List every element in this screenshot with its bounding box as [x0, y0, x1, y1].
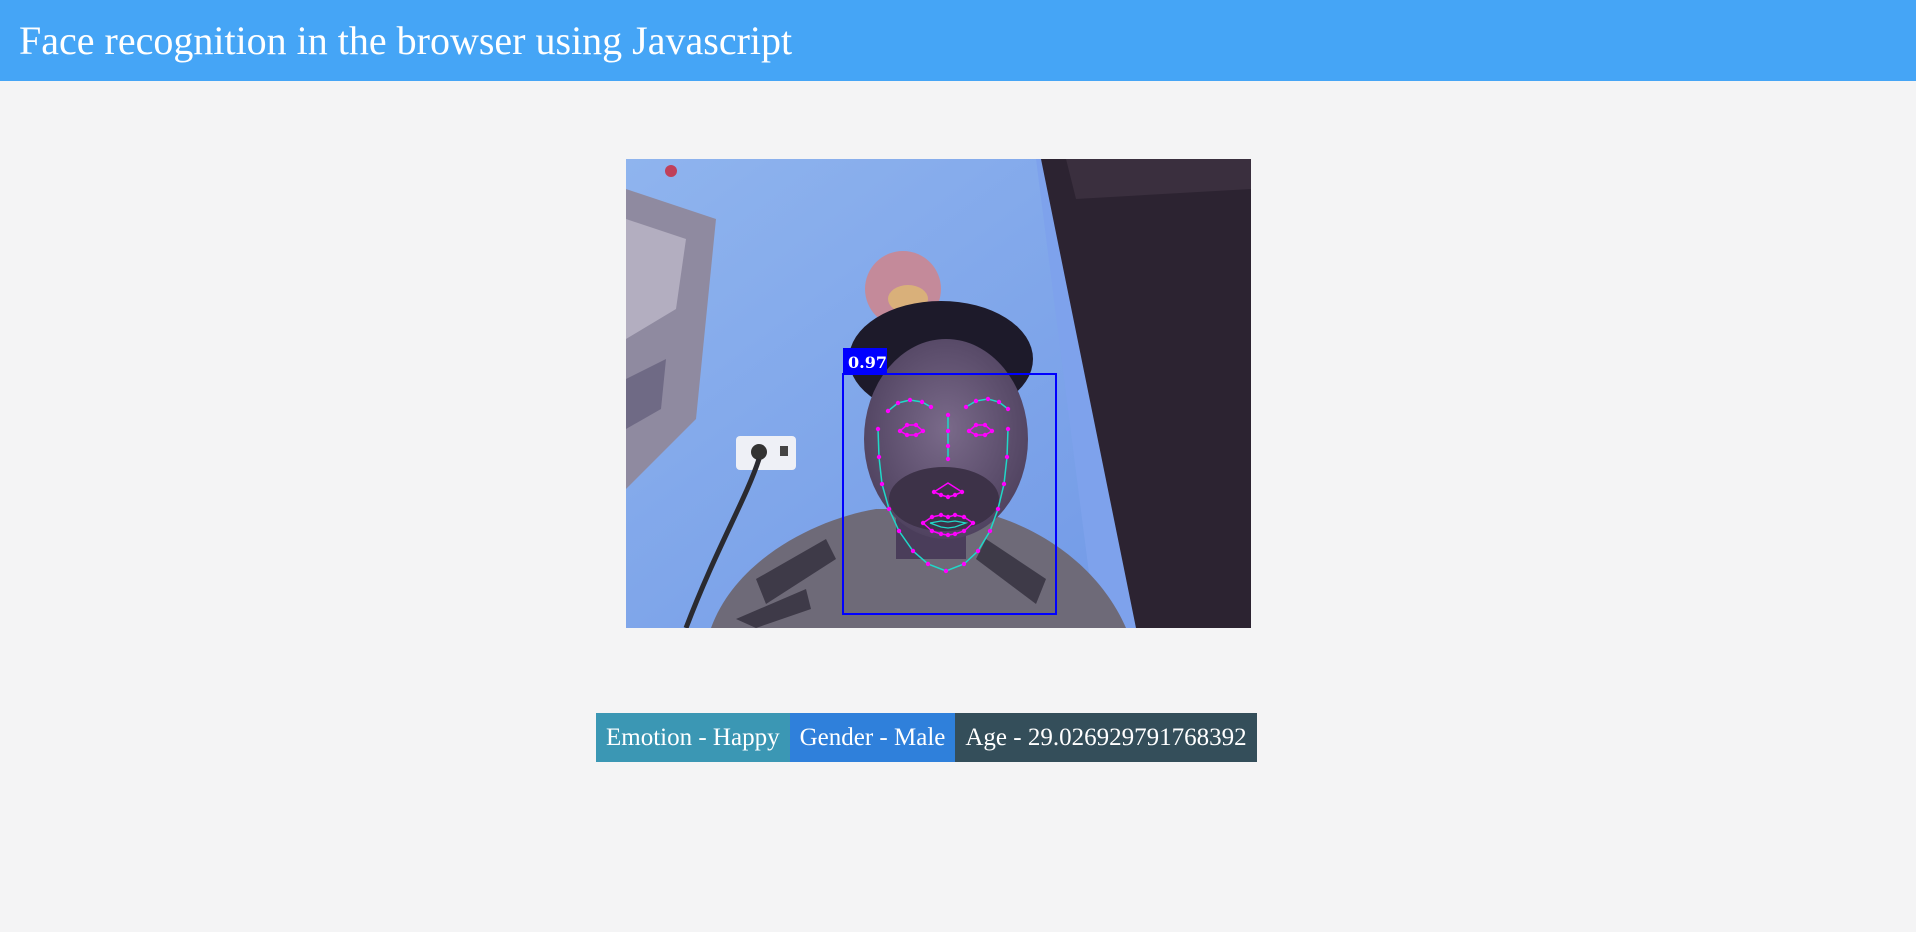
- age-label: Age - 29.026929791768392: [955, 713, 1257, 762]
- emotion-label: Emotion - Happy: [596, 713, 790, 762]
- gender-label: Gender - Male: [789, 713, 956, 762]
- jaw-landmarks: [877, 428, 1009, 572]
- webcam-stage: 0.97: [626, 159, 1251, 628]
- mouth-inner-landmarks: [929, 520, 969, 529]
- left-eye-landmarks: [898, 424, 925, 436]
- face-bounding-box: [842, 373, 1057, 615]
- app-header: Face recognition in the browser using Ja…: [0, 0, 1916, 81]
- landmark-points: [875, 396, 1011, 574]
- detection-score: 0.97: [848, 353, 887, 372]
- face-detection-overlay: 0.97: [842, 348, 1057, 615]
- page-title: Face recognition in the browser using Ja…: [19, 17, 793, 63]
- prediction-results: Emotion - Happy Gender - Male Age - 29.0…: [596, 713, 1257, 762]
- right-eye-landmarks: [967, 424, 994, 436]
